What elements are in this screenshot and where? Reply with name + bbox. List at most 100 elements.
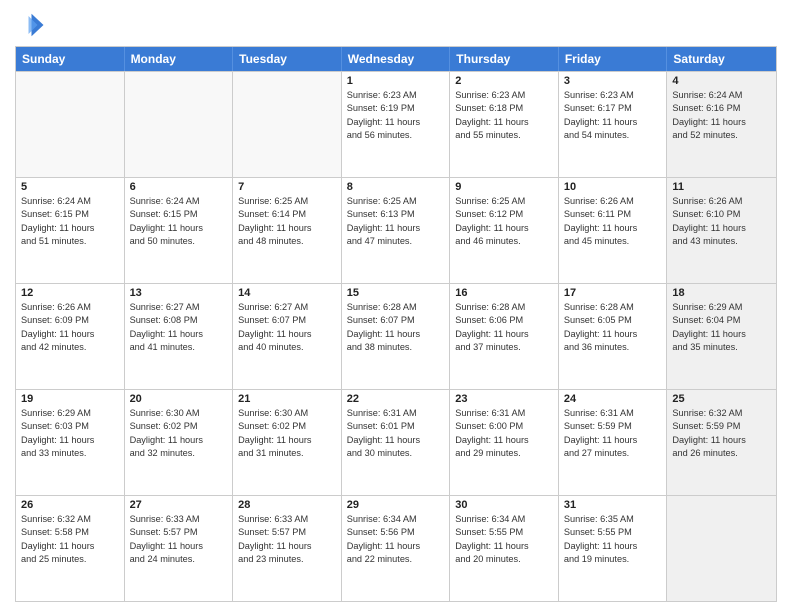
day-number: 15 — [347, 287, 445, 299]
cell-info-line: and 29 minutes. — [455, 447, 553, 460]
cell-info-line: Sunset: 5:56 PM — [347, 526, 445, 539]
cell-info-line: and 31 minutes. — [238, 447, 336, 460]
cell-info-line: and 42 minutes. — [21, 341, 119, 354]
day-number: 23 — [455, 393, 553, 405]
calendar-cell: 5Sunrise: 6:24 AMSunset: 6:15 PMDaylight… — [16, 178, 125, 283]
cell-info-line: and 36 minutes. — [564, 341, 662, 354]
cell-info-line: Sunrise: 6:29 AM — [672, 301, 771, 314]
weekday-header: Monday — [125, 47, 234, 71]
cell-info-line: Sunset: 5:58 PM — [21, 526, 119, 539]
cell-info-line: and 48 minutes. — [238, 235, 336, 248]
cell-info-line: Daylight: 11 hours — [130, 434, 228, 447]
calendar-cell: 14Sunrise: 6:27 AMSunset: 6:07 PMDayligh… — [233, 284, 342, 389]
day-number: 16 — [455, 287, 553, 299]
cell-info-line: and 43 minutes. — [672, 235, 771, 248]
cell-info-line: and 46 minutes. — [455, 235, 553, 248]
cell-info-line: Sunset: 5:55 PM — [564, 526, 662, 539]
calendar-cell — [233, 72, 342, 177]
cell-info-line: Sunrise: 6:27 AM — [238, 301, 336, 314]
calendar-cell: 13Sunrise: 6:27 AMSunset: 6:08 PMDayligh… — [125, 284, 234, 389]
cell-info-line: Sunset: 6:06 PM — [455, 314, 553, 327]
cell-info-line: Sunrise: 6:24 AM — [672, 89, 771, 102]
cell-info-line: Sunset: 6:15 PM — [21, 208, 119, 221]
cell-info-line: and 52 minutes. — [672, 129, 771, 142]
day-number: 12 — [21, 287, 119, 299]
cell-info-line: Sunset: 6:00 PM — [455, 420, 553, 433]
cell-info-line: Daylight: 11 hours — [455, 116, 553, 129]
calendar-cell: 8Sunrise: 6:25 AMSunset: 6:13 PMDaylight… — [342, 178, 451, 283]
day-number: 29 — [347, 499, 445, 511]
cell-info-line: Sunrise: 6:30 AM — [238, 407, 336, 420]
calendar-row: 19Sunrise: 6:29 AMSunset: 6:03 PMDayligh… — [16, 389, 776, 495]
cell-info-line: and 55 minutes. — [455, 129, 553, 142]
logo — [15, 10, 49, 40]
day-number: 27 — [130, 499, 228, 511]
calendar-cell: 17Sunrise: 6:28 AMSunset: 6:05 PMDayligh… — [559, 284, 668, 389]
cell-info-line: Sunrise: 6:35 AM — [564, 513, 662, 526]
cell-info-line: Daylight: 11 hours — [455, 222, 553, 235]
cell-info-line: and 23 minutes. — [238, 553, 336, 566]
cell-info-line: and 47 minutes. — [347, 235, 445, 248]
cell-info-line: Sunrise: 6:24 AM — [130, 195, 228, 208]
cell-info-line: Daylight: 11 hours — [130, 540, 228, 553]
cell-info-line: Daylight: 11 hours — [347, 222, 445, 235]
cell-info-line: Sunset: 6:04 PM — [672, 314, 771, 327]
cell-info-line: and 38 minutes. — [347, 341, 445, 354]
day-number: 11 — [672, 181, 771, 193]
weekday-header: Tuesday — [233, 47, 342, 71]
day-number: 30 — [455, 499, 553, 511]
calendar-cell: 31Sunrise: 6:35 AMSunset: 5:55 PMDayligh… — [559, 496, 668, 601]
cell-info-line: Sunset: 6:08 PM — [130, 314, 228, 327]
cell-info-line: Daylight: 11 hours — [672, 222, 771, 235]
weekday-header: Saturday — [667, 47, 776, 71]
calendar-cell: 18Sunrise: 6:29 AMSunset: 6:04 PMDayligh… — [667, 284, 776, 389]
cell-info-line: Sunrise: 6:34 AM — [455, 513, 553, 526]
day-number: 20 — [130, 393, 228, 405]
cell-info-line: Sunrise: 6:31 AM — [347, 407, 445, 420]
calendar-cell: 12Sunrise: 6:26 AMSunset: 6:09 PMDayligh… — [16, 284, 125, 389]
cell-info-line: and 27 minutes. — [564, 447, 662, 460]
calendar-cell: 10Sunrise: 6:26 AMSunset: 6:11 PMDayligh… — [559, 178, 668, 283]
day-number: 17 — [564, 287, 662, 299]
cell-info-line: Sunset: 6:02 PM — [238, 420, 336, 433]
day-number: 13 — [130, 287, 228, 299]
cell-info-line: Sunset: 5:59 PM — [672, 420, 771, 433]
cell-info-line: Daylight: 11 hours — [672, 116, 771, 129]
cell-info-line: Sunset: 6:07 PM — [238, 314, 336, 327]
cell-info-line: Sunrise: 6:34 AM — [347, 513, 445, 526]
weekday-header: Thursday — [450, 47, 559, 71]
day-number: 2 — [455, 75, 553, 87]
day-number: 24 — [564, 393, 662, 405]
cell-info-line: Sunset: 6:14 PM — [238, 208, 336, 221]
calendar-cell: 22Sunrise: 6:31 AMSunset: 6:01 PMDayligh… — [342, 390, 451, 495]
calendar-cell: 11Sunrise: 6:26 AMSunset: 6:10 PMDayligh… — [667, 178, 776, 283]
calendar-cell — [125, 72, 234, 177]
day-number: 31 — [564, 499, 662, 511]
cell-info-line: and 35 minutes. — [672, 341, 771, 354]
cell-info-line: and 45 minutes. — [564, 235, 662, 248]
calendar-cell: 24Sunrise: 6:31 AMSunset: 5:59 PMDayligh… — [559, 390, 668, 495]
cell-info-line: and 25 minutes. — [21, 553, 119, 566]
weekday-header: Wednesday — [342, 47, 451, 71]
cell-info-line: Sunset: 5:59 PM — [564, 420, 662, 433]
cell-info-line: Sunset: 6:11 PM — [564, 208, 662, 221]
cell-info-line: and 37 minutes. — [455, 341, 553, 354]
calendar-cell: 3Sunrise: 6:23 AMSunset: 6:17 PMDaylight… — [559, 72, 668, 177]
cell-info-line: Daylight: 11 hours — [347, 434, 445, 447]
cell-info-line: Sunset: 6:12 PM — [455, 208, 553, 221]
cell-info-line: Sunrise: 6:23 AM — [564, 89, 662, 102]
cell-info-line: Sunset: 5:57 PM — [130, 526, 228, 539]
cell-info-line: and 19 minutes. — [564, 553, 662, 566]
logo-icon — [15, 10, 45, 40]
cell-info-line: and 32 minutes. — [130, 447, 228, 460]
day-number: 8 — [347, 181, 445, 193]
cell-info-line: Sunset: 6:05 PM — [564, 314, 662, 327]
cell-info-line: Daylight: 11 hours — [130, 328, 228, 341]
day-number: 26 — [21, 499, 119, 511]
calendar-cell: 27Sunrise: 6:33 AMSunset: 5:57 PMDayligh… — [125, 496, 234, 601]
cell-info-line: Sunrise: 6:28 AM — [564, 301, 662, 314]
cell-info-line: Sunset: 6:19 PM — [347, 102, 445, 115]
cell-info-line: Sunset: 6:16 PM — [672, 102, 771, 115]
cell-info-line: Daylight: 11 hours — [455, 434, 553, 447]
calendar-cell: 23Sunrise: 6:31 AMSunset: 6:00 PMDayligh… — [450, 390, 559, 495]
